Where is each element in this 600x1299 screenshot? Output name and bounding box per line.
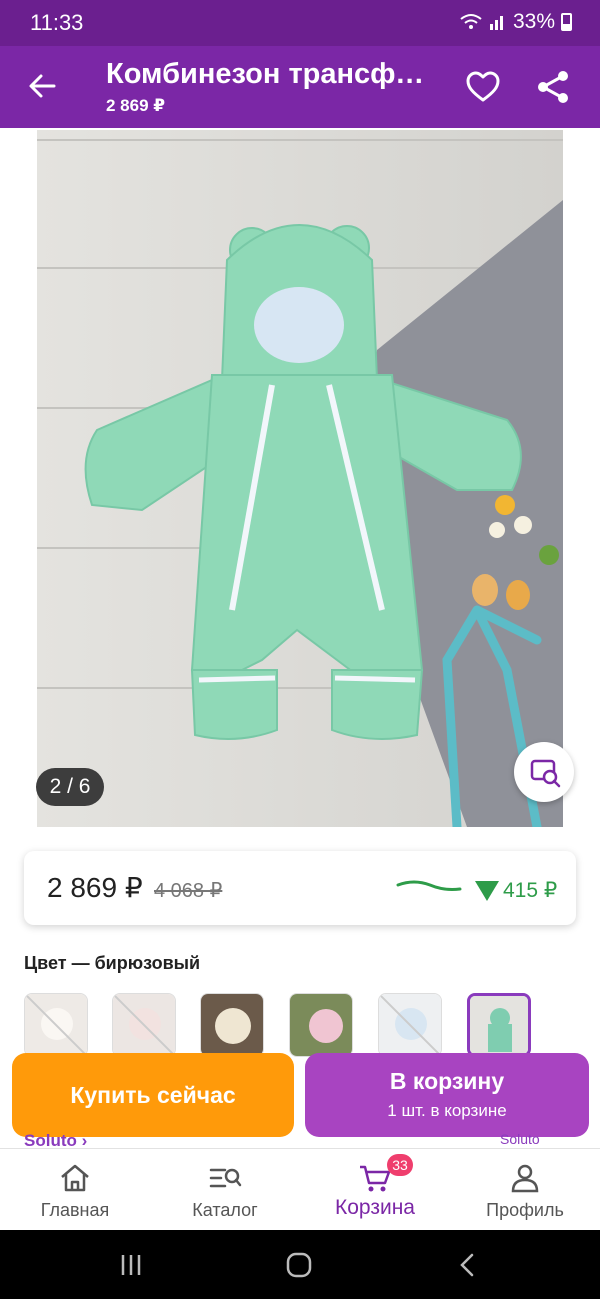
buy-now-button[interactable]: Купить сейчас [12,1053,294,1137]
down-triangle-icon [475,880,499,901]
system-nav-bar [0,1230,600,1299]
brand-logo: Soluto [500,1131,540,1147]
favorite-heart-icon[interactable] [464,68,502,106]
thumb-image [201,994,263,1056]
price-drop-value: 415 ₽ [503,879,558,902]
battery-icon [561,13,572,31]
nav-catalog-label: Каталог [192,1200,258,1220]
nav-home-label: Главная [40,1200,110,1220]
thumb-image [113,994,175,1056]
visual-search-icon [530,759,561,788]
visual-search-button[interactable] [514,742,574,802]
thumb-image [290,994,352,1056]
nav-home[interactable]: Главная [0,1149,150,1231]
color-label: Цвет — бирюзовый [24,953,201,973]
color-thumb-6-selected[interactable] [467,993,531,1057]
product-photo[interactable] [37,130,563,827]
thumb-image [25,994,87,1056]
home-icon [61,1164,89,1192]
price-history-sparkline [396,880,462,891]
jumpsuit-image [37,130,563,827]
price-drop: 415 ₽ [475,878,557,903]
color-thumb-5[interactable] [378,993,442,1057]
gallery-counter: 2 / 6 [36,768,104,806]
cart-badge: 33 [387,1154,413,1176]
nav-profile-label: Профиль [486,1200,564,1220]
catalog-search-icon [209,1168,242,1188]
back-arrow-icon[interactable] [24,68,60,104]
signal-icon [489,16,503,30]
home-button-icon[interactable] [285,1251,313,1279]
nav-cart[interactable]: 33 Корзина [300,1149,450,1231]
color-thumb-4[interactable] [289,993,353,1057]
thumb-image [470,996,528,1054]
current-price: 2 869 ₽ [47,872,143,903]
back-nav-icon[interactable] [456,1252,478,1278]
app-bar: Комбинезон трансформер 2 869 ₽ [0,46,600,128]
status-bar: 11:33 33% [0,0,600,46]
share-icon[interactable] [534,68,572,106]
add-to-cart-label: В корзину [389,1068,505,1094]
nav-cart-label: Корзина [335,1196,415,1219]
color-thumb-3[interactable] [200,993,264,1057]
price-card[interactable]: 2 869 ₽ 4 068 ₽ 415 ₽ [24,851,576,925]
color-thumb-1[interactable] [24,993,88,1057]
add-to-cart-button[interactable]: В корзину 1 шт. в корзине [305,1053,589,1137]
nav-profile[interactable]: Профиль [450,1149,600,1231]
color-thumb-2[interactable] [112,993,176,1057]
bottom-nav: Главная Каталог 33 Корзина Профиль [0,1148,600,1230]
status-time: 11:33 [30,10,84,35]
cart-note: 1 шт. в корзине [387,1101,507,1120]
wifi-icon [460,14,482,29]
profile-icon [511,1164,539,1193]
thumb-image [379,994,441,1056]
header-price: 2 869 ₽ [106,96,166,115]
battery-percent: 33% [512,10,555,33]
old-price: 4 068 ₽ [154,880,223,902]
product-title: Комбинезон трансформер [106,58,428,90]
recents-icon[interactable] [118,1252,144,1278]
nav-catalog[interactable]: Каталог [150,1149,300,1231]
